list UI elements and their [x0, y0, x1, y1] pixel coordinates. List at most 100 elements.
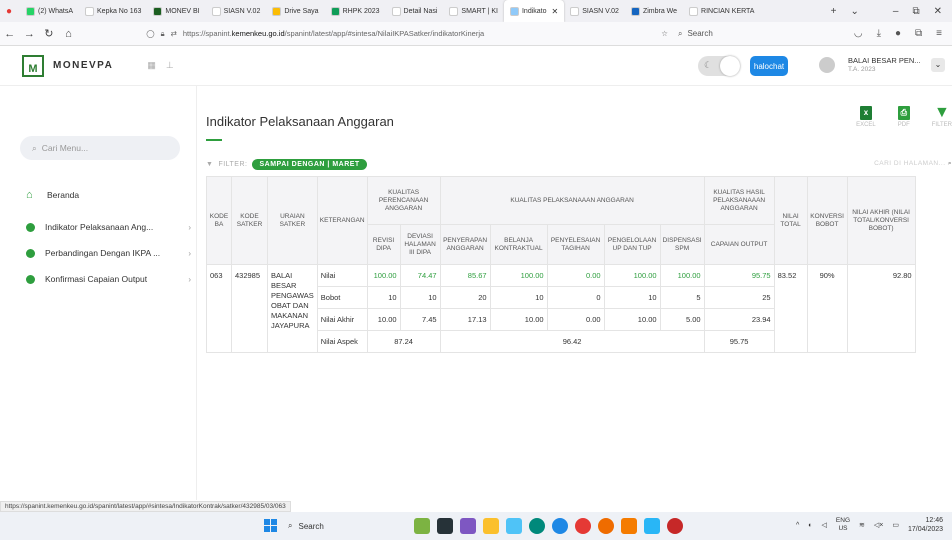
app-icon[interactable] [644, 518, 660, 534]
pocket-icon[interactable]: ◡ [854, 28, 863, 39]
browser-tab[interactable]: SMART | KI [443, 0, 504, 22]
tab-list-icon[interactable]: ⌄ [851, 6, 859, 17]
widgets-icon[interactable] [414, 518, 430, 534]
dark-mode-toggle[interactable]: ☾ [698, 56, 740, 76]
cell-value: 85.67 [439, 264, 491, 287]
cell-value: 10 [489, 286, 548, 309]
tab-label: Zimbra We [642, 7, 678, 15]
home-icon: ⌂ [26, 189, 33, 201]
taskbar: ⌕ Search ^ ◐ ◁ ENG US ≋ ◁× ▭ 12:46 17/04… [0, 512, 952, 540]
download-icon[interactable]: ⤓ [877, 28, 881, 39]
opera-icon[interactable] [575, 518, 591, 534]
restore-icon[interactable]: ⧉ [912, 6, 919, 17]
browser-tab[interactable]: MONEV BI [147, 0, 205, 22]
pdf-label: PDF [897, 122, 910, 128]
user-info[interactable]: BALAI BESAR PEN... T.A. 2023 [848, 56, 921, 74]
edge-icon[interactable] [529, 518, 545, 534]
system-tray: ^ ◐ ◁ ENG US ≋ ◁× ▭ 12:46 17/04/2023 [796, 516, 943, 534]
excel-button[interactable]: x EXCEL [856, 106, 876, 128]
tab-label: RINCIAN KERTA [701, 7, 755, 15]
volume-icon[interactable]: ◁× [874, 521, 883, 529]
close-window-icon[interactable]: ✕ [934, 6, 942, 17]
chevron-down-icon[interactable]: ⌄ [931, 58, 945, 72]
wifi-icon[interactable]: ≋ [859, 521, 865, 529]
browser-tab[interactable]: SIASN V.02 [206, 0, 267, 22]
browser-tab[interactable]: Drive Saya [266, 0, 324, 22]
col-revisi-dipa: REVISI DIPA [366, 224, 401, 265]
forward-icon[interactable]: → [20, 28, 40, 40]
filter-icon: ▼ [933, 104, 950, 121]
clock[interactable]: 12:46 17/04/2023 [908, 516, 943, 534]
moon-icon: ☾ [704, 60, 713, 70]
pin-icon[interactable]: ⊥ [166, 60, 174, 71]
app-tray-icon[interactable]: ◐ [808, 522, 812, 529]
sidebar-item-beranda[interactable]: ⌂ Beranda [26, 189, 191, 201]
chrome-icon[interactable] [552, 518, 568, 534]
home-icon[interactable]: ⌂ [59, 28, 79, 40]
browser-tab[interactable]: RHPK 2023 [325, 0, 386, 22]
sidebar: ⌕ Cari Menu... ⌂ Beranda Indikator Pelak… [0, 86, 197, 500]
extensions-icon[interactable]: ⧉ [915, 28, 922, 39]
firefox-icon[interactable] [598, 518, 614, 534]
sidebar-item-konfirmasi[interactable]: Konfirmasi Capaian Output › [26, 274, 191, 284]
reload-icon[interactable]: ↻ [39, 27, 59, 40]
cell-kode-satker[interactable]: 432985 [231, 264, 268, 353]
window-controls: + ⌄ – ⧉ ✕ [831, 6, 952, 17]
sidebar-item-perbandingan[interactable]: Perbandingan Dengan IKPA ... › [26, 248, 191, 258]
browser-search-field[interactable]: ⌕ Search [678, 25, 854, 43]
pdf-button[interactable]: ⎙ PDF [897, 106, 910, 128]
tab-favicon-icon [26, 6, 35, 16]
halochat-button[interactable]: halochat [750, 56, 788, 76]
browser-tab[interactable]: SIASN V.02 [564, 0, 625, 22]
browser-tab[interactable]: Detail Nasi [386, 0, 444, 22]
back-icon[interactable]: ← [0, 28, 20, 40]
menu-search-placeholder: Cari Menu... [41, 143, 89, 153]
pdf-icon: ⎙ [897, 106, 910, 120]
col-kualitas-pelaksanaan: KUALITAS PELAKSANAAAN ANGGARAN [439, 176, 705, 225]
cell-value: 10.00 [489, 308, 548, 331]
battery-icon[interactable]: ▭ [892, 521, 899, 529]
bookmark-star-icon[interactable]: ☆ [661, 29, 668, 38]
cell-value: 95.75 [703, 264, 775, 287]
chevron-up-icon[interactable]: ^ [796, 522, 799, 529]
taskbar-search[interactable]: ⌕ Search [288, 517, 388, 535]
permissions-icon: ⇄ [170, 29, 177, 38]
browser-tab[interactable]: Kepka No 163 [79, 0, 147, 22]
filter-pill[interactable]: SAMPAI DENGAN | MARET [252, 159, 367, 170]
send-icon[interactable]: ◁ [822, 521, 827, 529]
page-search-input[interactable]: CARI DI HALAMAN... ⌕ [874, 160, 952, 168]
browser-menu-icon[interactable]: ● [0, 0, 20, 22]
browser-tab[interactable]: (2) WhatsA [20, 0, 79, 22]
account-icon[interactable]: ● [895, 28, 901, 39]
language-indicator[interactable]: ENG US [836, 517, 850, 533]
filter-button[interactable]: ▼ FILTER [931, 104, 952, 129]
browser-tab[interactable]: Indikato ✕ [503, 0, 565, 22]
col-nilai-akhir: NILAI AKHIR (NILAI TOTAL/KONVERSI BOBOT) [846, 176, 916, 265]
col-belanja-kontraktual: BELANJA KONTRAKTUAL [489, 224, 548, 265]
tab-favicon-icon [570, 6, 580, 16]
tab-close-icon[interactable]: ✕ [552, 7, 559, 16]
chat-icon[interactable] [460, 518, 476, 534]
windows-start-icon[interactable] [264, 519, 277, 532]
app-menu-icon[interactable]: ≡ [936, 28, 942, 39]
file-explorer-icon[interactable] [483, 518, 499, 534]
filter-label: FILTER [931, 122, 952, 128]
new-tab-icon[interactable]: + [831, 6, 837, 17]
grid-icon[interactable]: ▦ [147, 60, 156, 71]
browser-tab[interactable]: RINCIAN KERTA [683, 0, 760, 22]
browser-tab[interactable]: Zimbra We [625, 0, 683, 22]
app-icon[interactable] [667, 518, 683, 534]
task-view-icon[interactable] [437, 518, 453, 534]
url-field[interactable]: ◯ 🔒︎ ⇄ https://spanint.kemenkeu.go.id/sp… [140, 25, 668, 43]
sidebar-item-label: Perbandingan Dengan IKPA ... [45, 248, 161, 258]
menu-search-input[interactable]: ⌕ Cari Menu... [20, 136, 180, 160]
chevron-right-icon: › [188, 248, 191, 258]
app-icon[interactable] [621, 518, 637, 534]
app-icon[interactable] [506, 518, 522, 534]
page-title: Indikator Pelaksanaan Anggaran [206, 114, 394, 129]
minimize-icon[interactable]: – [893, 6, 899, 17]
monevpa-logo: M [22, 54, 44, 77]
avatar[interactable] [819, 57, 835, 73]
excel-label: EXCEL [856, 122, 876, 128]
sidebar-item-indikator[interactable]: Indikator Pelaksanaan Ang... › [26, 222, 191, 232]
